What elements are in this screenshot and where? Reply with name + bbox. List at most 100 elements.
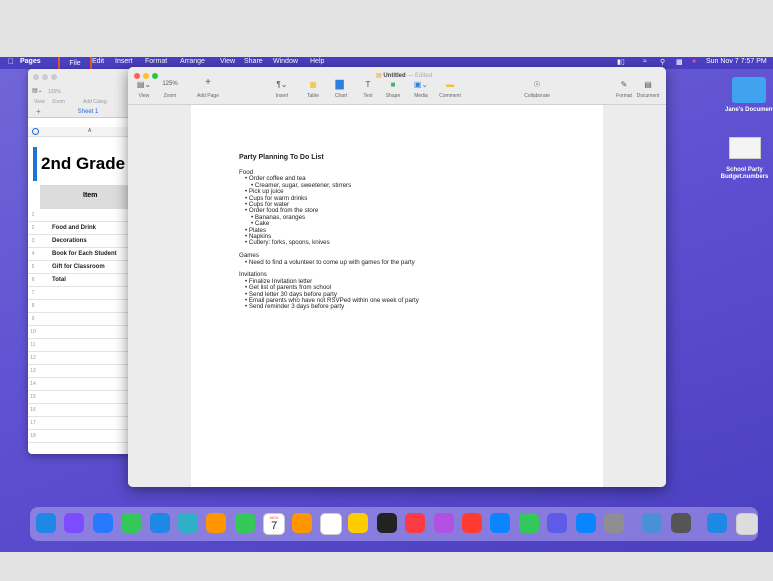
row-number[interactable]: 5 bbox=[28, 264, 38, 270]
control-center-icon[interactable]: ▩ bbox=[676, 58, 683, 66]
dock-app-icon[interactable] bbox=[490, 513, 511, 533]
dock-app-icon[interactable]: NOV 7 bbox=[263, 513, 286, 535]
pages-window[interactable]: ▤ Untitled — Edited ▤⌄ 125% + ¶⌄ ▦ █▌ T … bbox=[128, 67, 666, 487]
column-header-a[interactable]: A bbox=[88, 128, 91, 134]
dock-app-icon[interactable] bbox=[348, 513, 369, 533]
list-item[interactable]: • Send reminder 3 days before party bbox=[245, 303, 344, 310]
menu-edit[interactable]: Edit bbox=[92, 58, 104, 65]
dock-app-icon[interactable] bbox=[121, 513, 142, 533]
apple-menu-icon[interactable]:  bbox=[8, 57, 14, 66]
dock-app-icon[interactable] bbox=[547, 513, 568, 533]
document-icon[interactable]: ▤ bbox=[644, 80, 652, 89]
insert-icon[interactable]: ¶⌄ bbox=[277, 80, 288, 89]
menu-clock[interactable]: Sun Nov 7 7:57 PM bbox=[706, 58, 767, 65]
row-number[interactable]: 2 bbox=[28, 225, 38, 231]
document-heading[interactable]: Party Planning To Do List bbox=[239, 154, 324, 161]
dock-app-icon[interactable] bbox=[36, 513, 56, 533]
row-number[interactable]: 11 bbox=[28, 342, 38, 348]
app-menu[interactable]: Pages bbox=[20, 58, 41, 65]
list-item[interactable]: • Cutlery: forks, spoons, knives bbox=[245, 239, 330, 246]
row-number[interactable]: 4 bbox=[28, 251, 38, 257]
shape-icon[interactable]: ■ bbox=[391, 80, 396, 89]
row-number[interactable]: 8 bbox=[28, 303, 38, 309]
menu-insert[interactable]: Insert bbox=[115, 58, 133, 65]
dock-app-icon[interactable] bbox=[206, 513, 227, 533]
siri-icon[interactable]: ● bbox=[692, 58, 696, 65]
table-icon[interactable]: ▦ bbox=[309, 80, 317, 89]
dock-app-icon[interactable] bbox=[64, 513, 85, 533]
cell-item[interactable]: Food and Drink bbox=[52, 225, 96, 231]
row-number[interactable]: 13 bbox=[28, 368, 38, 374]
chart-icon[interactable]: █▌ bbox=[335, 80, 346, 89]
numbers-file-icon[interactable]: School Party Budget.numbers bbox=[716, 137, 773, 181]
minimize-window-icon[interactable] bbox=[42, 74, 48, 80]
dock-app-icon[interactable] bbox=[234, 513, 255, 533]
row-number[interactable]: 7 bbox=[28, 290, 38, 296]
cell-item[interactable]: Total bbox=[52, 277, 66, 283]
row-number[interactable]: 14 bbox=[28, 381, 38, 387]
dock-app-icon[interactable] bbox=[92, 513, 113, 533]
text-icon[interactable]: T bbox=[366, 80, 371, 89]
row-number[interactable]: 1 bbox=[28, 212, 38, 218]
dock-app-icon[interactable] bbox=[462, 513, 482, 533]
row-number[interactable]: 10 bbox=[28, 329, 38, 335]
collaborate-icon[interactable]: ☉ bbox=[533, 80, 540, 89]
dock-app-icon[interactable] bbox=[575, 513, 596, 533]
row-number[interactable]: 12 bbox=[28, 355, 38, 361]
spotlight-search-icon[interactable]: ⚲ bbox=[660, 58, 665, 66]
format-icon[interactable]: ✎ bbox=[621, 80, 628, 89]
dock-app-icon[interactable] bbox=[707, 513, 728, 533]
view-icon[interactable]: ▤⌄ bbox=[137, 80, 151, 89]
row-number[interactable]: 15 bbox=[28, 394, 38, 400]
dock-app-icon[interactable] bbox=[178, 513, 198, 533]
menu-share[interactable]: Share bbox=[244, 58, 263, 65]
zoom-window-icon[interactable] bbox=[152, 73, 158, 79]
menu-view[interactable]: View bbox=[220, 58, 235, 65]
row-number[interactable]: 17 bbox=[28, 420, 38, 426]
dock-app-icon[interactable] bbox=[149, 513, 170, 533]
media-icon[interactable]: ▣⌄ bbox=[414, 80, 428, 89]
row-number[interactable]: 16 bbox=[28, 407, 38, 413]
zoom-window-icon[interactable] bbox=[51, 74, 57, 80]
numbers-window[interactable]: ▤⌄ 125% View Zoom Add Categ + Sheet 1 A … bbox=[28, 69, 138, 454]
wifi-icon[interactable]: ≈ bbox=[643, 58, 647, 65]
select-all-icon[interactable] bbox=[32, 128, 39, 135]
folder-icon[interactable]: Jane's Documents bbox=[725, 77, 773, 113]
menu-window[interactable]: Window bbox=[273, 58, 298, 65]
menu-help[interactable]: Help bbox=[310, 58, 324, 65]
document-page[interactable]: Party Planning To Do List Food • Order co… bbox=[191, 105, 603, 487]
dock-app-icon[interactable] bbox=[642, 513, 663, 533]
comment-icon[interactable]: ▬ bbox=[446, 80, 454, 89]
close-window-icon[interactable] bbox=[134, 73, 140, 79]
row-number[interactable]: 18 bbox=[28, 433, 38, 439]
dock-app-icon[interactable] bbox=[291, 513, 312, 533]
zoom-dropdown[interactable]: 125% bbox=[162, 81, 177, 87]
dock-app-icon[interactable] bbox=[518, 513, 539, 533]
dock-app-icon[interactable] bbox=[670, 513, 691, 533]
row-number[interactable]: 9 bbox=[28, 316, 38, 322]
menu-arrange[interactable]: Arrange bbox=[180, 58, 205, 65]
add-sheet-icon[interactable]: + bbox=[36, 107, 41, 116]
numbers-zoom-value[interactable]: 125% bbox=[48, 89, 61, 95]
dock-app-icon[interactable] bbox=[433, 513, 454, 533]
list-item[interactable]: • Need to find a volunteer to come up wi… bbox=[245, 259, 415, 266]
row-number[interactable]: 6 bbox=[28, 277, 38, 283]
minimize-window-icon[interactable] bbox=[143, 73, 149, 79]
sheet-tab[interactable]: Sheet 1 bbox=[58, 109, 118, 119]
dock-app-icon[interactable] bbox=[376, 513, 397, 533]
menu-format[interactable]: Format bbox=[145, 58, 167, 65]
dock-app-icon[interactable] bbox=[320, 513, 342, 535]
numbers-view-button[interactable]: ▤⌄ bbox=[32, 87, 43, 94]
battery-icon[interactable]: ▮▯ bbox=[617, 58, 625, 66]
cell-item[interactable]: Book for Each Student bbox=[52, 251, 117, 257]
dock-app-icon[interactable] bbox=[405, 513, 426, 533]
row-divider bbox=[28, 312, 138, 313]
close-window-icon[interactable] bbox=[33, 74, 39, 80]
dock-app-icon[interactable] bbox=[604, 513, 624, 533]
row-number[interactable]: 3 bbox=[28, 238, 38, 244]
cell-item[interactable]: Gift for Classroom bbox=[52, 264, 105, 270]
add-page-icon[interactable]: + bbox=[205, 77, 211, 88]
cell-item[interactable]: Decorations bbox=[52, 238, 87, 244]
dock-app-icon[interactable] bbox=[735, 513, 758, 535]
row-divider bbox=[28, 416, 138, 417]
